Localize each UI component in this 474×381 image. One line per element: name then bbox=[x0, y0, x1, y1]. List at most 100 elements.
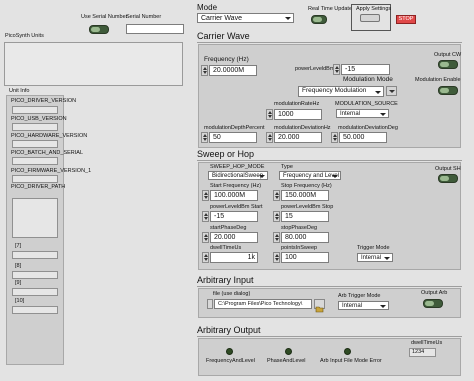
unit-info-item: PICO_FIRMWARE_VERSION_1 bbox=[11, 168, 92, 174]
unit-info-value bbox=[12, 175, 58, 183]
start-frequency-stepper[interactable] bbox=[202, 190, 209, 201]
power-stop-stepper[interactable] bbox=[273, 211, 280, 222]
output-cw-label: Output CW bbox=[434, 52, 462, 58]
serial-number-input[interactable] bbox=[126, 24, 184, 34]
arbitrary-output-panel: FrequencyAndLevel PhaseAndLevel Arb Inpu… bbox=[198, 338, 461, 376]
modulation-rate-stepper[interactable] bbox=[266, 109, 273, 120]
frequency-stepper[interactable] bbox=[201, 65, 208, 76]
start-phase-stepper[interactable] bbox=[202, 232, 209, 243]
modulation-deviation-label: modulationDeviationHz bbox=[274, 125, 331, 131]
points-in-sweep-input[interactable]: 100 bbox=[281, 252, 329, 263]
arbitrary-output-divider bbox=[197, 336, 462, 337]
start-phase-input[interactable]: 20.000 bbox=[210, 232, 258, 243]
modulation-deviation-deg-label: modulationDeviationDeg bbox=[338, 125, 398, 131]
power-start-input[interactable]: -15 bbox=[210, 211, 258, 222]
dwell-time-input[interactable]: 1k bbox=[210, 252, 258, 263]
file-path-label: file (use dialog) bbox=[213, 291, 251, 297]
unit-info-value bbox=[12, 140, 58, 148]
power-stop-label: powerLeveldBm Stop bbox=[281, 204, 334, 210]
unit-info-item: PICO_BATCH_AND_SERIAL bbox=[11, 150, 84, 156]
dwell-time-output-label: dwellTimeUs bbox=[411, 340, 443, 346]
serial-number-label: Serial Number bbox=[126, 14, 162, 20]
stop-phase-label: stopPhaseDeg bbox=[281, 225, 318, 231]
power-stop-input[interactable]: 15 bbox=[281, 211, 329, 222]
index-label: [8] bbox=[15, 263, 22, 269]
picosynth-units-list[interactable] bbox=[4, 42, 183, 86]
carrier-wave-title: Carrier Wave bbox=[197, 31, 250, 41]
file-path-input[interactable]: C:\Program Files\Pico Technology\ bbox=[214, 299, 312, 309]
power-level-stepper[interactable] bbox=[333, 64, 340, 75]
arbitrary-input-divider bbox=[197, 286, 462, 287]
stop-frequency-label: Stop Frequency (Hz) bbox=[281, 183, 332, 189]
modulation-enable-toggle[interactable] bbox=[438, 86, 458, 95]
use-serial-label: Use Serial Number bbox=[81, 14, 128, 20]
modulation-depth-input[interactable]: 50 bbox=[209, 132, 257, 143]
unit-info-value bbox=[12, 288, 58, 296]
arbitrary-input-title: Arbitrary Input bbox=[197, 275, 254, 285]
start-frequency-input[interactable]: 100.000M bbox=[210, 190, 258, 201]
start-phase-label: startPhaseDeg bbox=[210, 225, 247, 231]
stop-button[interactable]: STOP bbox=[396, 15, 416, 24]
modulation-deviation-input[interactable]: 20.000 bbox=[274, 132, 322, 143]
output-sh-label: Output SH bbox=[435, 166, 461, 172]
modulation-depth-stepper[interactable] bbox=[201, 132, 208, 143]
sweep-type-select[interactable]: Frequency and Level bbox=[279, 171, 341, 180]
frequency-input[interactable]: 20.0000M bbox=[209, 65, 257, 76]
sweep-mode-select[interactable]: BidirectionalSweep bbox=[208, 171, 268, 180]
frequency-label: Frequency (Hz) bbox=[204, 56, 249, 63]
unit-info-item: PICO_DRIVER_VERSION bbox=[11, 98, 77, 104]
unit-info-label: Unit Info bbox=[9, 88, 30, 94]
points-in-sweep-label: pointsInSweep bbox=[281, 245, 318, 251]
realtime-update-toggle[interactable] bbox=[311, 15, 327, 24]
sweep-hop-title: Sweep or Hop bbox=[197, 149, 255, 159]
power-start-label: powerLeveldBm Start bbox=[210, 204, 263, 210]
use-serial-toggle[interactable] bbox=[89, 25, 109, 34]
phase-and-level-label: PhaseAndLevel bbox=[267, 358, 306, 364]
index-label: [7] bbox=[15, 243, 22, 249]
points-in-sweep-stepper[interactable] bbox=[273, 252, 280, 263]
arb-trigger-mode-select[interactable]: Internal bbox=[338, 301, 389, 310]
trigger-mode-select[interactable]: Internal bbox=[357, 253, 393, 262]
unit-info-value bbox=[12, 271, 58, 279]
modulation-deviation-deg-stepper[interactable] bbox=[331, 132, 338, 143]
unit-info-value bbox=[12, 106, 58, 114]
folder-browse-icon[interactable] bbox=[314, 299, 325, 313]
power-level-input[interactable]: -15 bbox=[341, 64, 390, 75]
mode-label: Mode bbox=[197, 3, 218, 12]
stop-phase-input[interactable]: 80.000 bbox=[281, 232, 329, 243]
modulation-enable-label: Modulation Enable bbox=[415, 77, 461, 83]
stop-phase-stepper[interactable] bbox=[273, 232, 280, 243]
unit-info-value bbox=[12, 157, 58, 165]
modulation-deviation-stepper[interactable] bbox=[266, 132, 273, 143]
power-start-stepper[interactable] bbox=[202, 211, 209, 222]
modulation-mode-arrow-button[interactable] bbox=[386, 86, 397, 96]
sweep-type-label: Type bbox=[281, 164, 293, 170]
modulation-depth-label: modulationDepthPercent bbox=[204, 125, 265, 131]
index-label: [9] bbox=[15, 280, 22, 286]
sweep-hop-panel: SWEEP_HOP_MODE BidirectionalSweep Type F… bbox=[198, 162, 461, 270]
mode-select[interactable]: Carrier Wave bbox=[197, 13, 294, 23]
unit-info-item: PICO_USB_VERSION bbox=[11, 116, 67, 122]
arbitrary-output-title: Arbitrary Output bbox=[197, 325, 261, 335]
unit-info-array: PICO_DRIVER_VERSION PICO_USB_VERSION PIC… bbox=[6, 95, 91, 365]
unit-info-value bbox=[12, 306, 58, 314]
picosynth-units-label: PicoSynth Units bbox=[5, 33, 44, 39]
frequency-and-level-label: FrequencyAndLevel bbox=[206, 358, 255, 364]
carrier-wave-divider bbox=[197, 42, 462, 43]
apply-settings-button[interactable] bbox=[360, 14, 380, 22]
stop-frequency-input[interactable]: 150.000M bbox=[281, 190, 329, 201]
modulation-rate-input[interactable]: 1000 bbox=[274, 109, 322, 120]
path-browse-handle[interactable] bbox=[207, 299, 213, 309]
modulation-source-select[interactable]: Internal bbox=[336, 109, 389, 118]
output-sh-toggle[interactable] bbox=[438, 174, 458, 183]
stop-frequency-stepper[interactable] bbox=[273, 190, 280, 201]
modulation-mode-select[interactable]: Frequency Modulation bbox=[298, 86, 384, 97]
output-arb-toggle[interactable] bbox=[423, 299, 443, 308]
modulation-deviation-deg-input[interactable]: 50.000 bbox=[339, 132, 387, 143]
unit-info-item: PICO_DRIVER_PATH bbox=[11, 184, 66, 190]
dwell-time-stepper[interactable] bbox=[202, 252, 209, 263]
sweep-mode-label: SWEEP_HOP_MODE bbox=[210, 164, 265, 170]
arb-file-mode-error-led bbox=[344, 348, 351, 355]
output-cw-toggle[interactable] bbox=[438, 60, 458, 69]
realtime-label: Real Time Update bbox=[308, 6, 353, 12]
